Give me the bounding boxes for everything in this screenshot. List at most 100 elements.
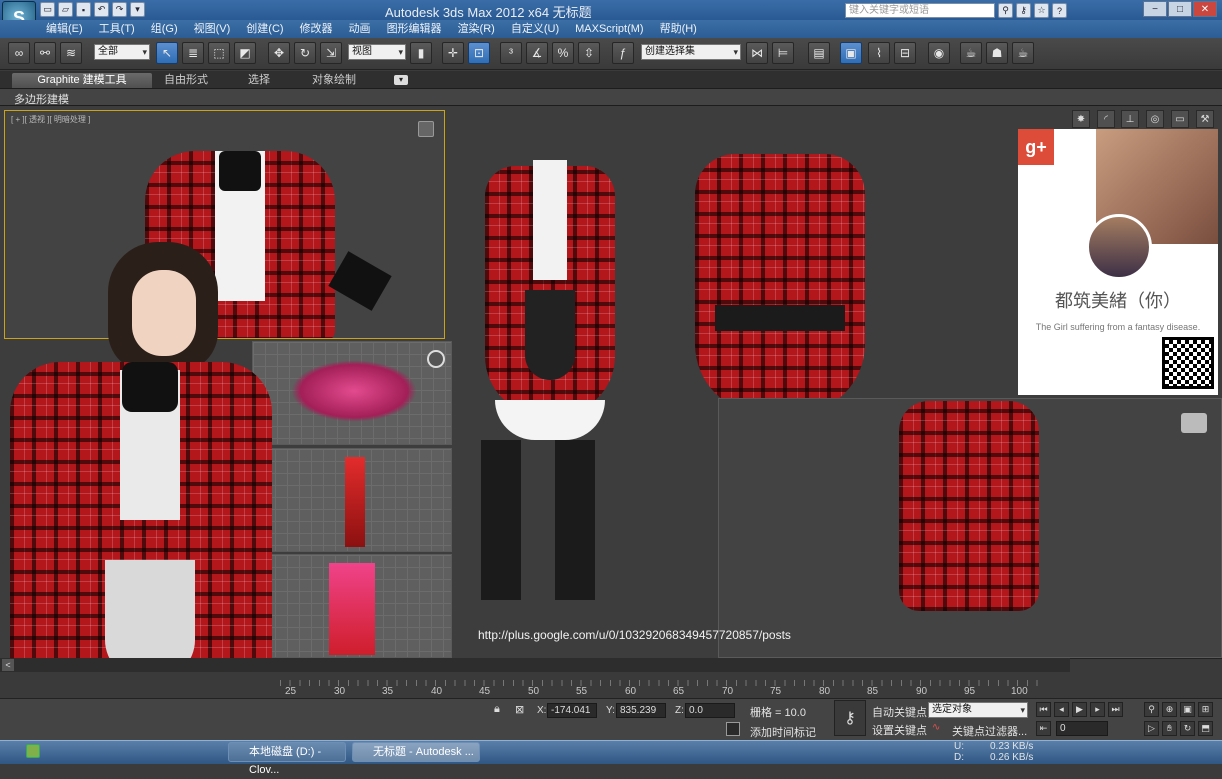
- tab-selection[interactable]: 选择: [238, 73, 280, 88]
- create-panel-icon[interactable]: ✸: [1072, 110, 1090, 128]
- mirror-icon[interactable]: ⋈: [746, 42, 768, 64]
- current-frame-field[interactable]: 0: [1056, 721, 1108, 736]
- curve-editor-icon[interactable]: ⌇: [868, 42, 890, 64]
- hierarchy-panel-icon[interactable]: ⊥: [1121, 110, 1139, 128]
- percent-snap-icon[interactable]: %: [552, 42, 574, 64]
- spinner-snap-icon[interactable]: ⇳: [578, 42, 600, 64]
- select-object-icon[interactable]: ↖: [156, 42, 178, 64]
- explorer-icon[interactable]: [26, 744, 40, 758]
- viewport-front[interactable]: [262, 448, 452, 552]
- menu-customize[interactable]: 自定义(U): [503, 22, 567, 36]
- help-icon[interactable]: ?: [1052, 3, 1067, 18]
- bind-spacewarp-icon[interactable]: ≋: [60, 42, 82, 64]
- render-setup-icon[interactable]: ☕: [960, 42, 982, 64]
- next-frame-icon[interactable]: ▸: [1090, 702, 1105, 717]
- rendered-frame-icon[interactable]: ☗: [986, 42, 1008, 64]
- pivot-icon[interactable]: ▮: [410, 42, 432, 64]
- schematic-view-icon[interactable]: ⊟: [894, 42, 916, 64]
- ribbon-options-icon[interactable]: ▾: [394, 75, 408, 85]
- menu-rendering[interactable]: 渲染(R): [450, 22, 503, 36]
- ref-coord-dropdown[interactable]: 视图: [348, 44, 406, 60]
- selection-filter-dropdown[interactable]: 全部: [94, 44, 150, 60]
- keyboard-shortcut-icon[interactable]: ⊡: [468, 42, 490, 64]
- menu-edit[interactable]: 编辑(E): [38, 22, 91, 36]
- zoom-all-icon[interactable]: ⊕: [1162, 702, 1177, 717]
- viewcube-icon[interactable]: [1181, 413, 1207, 433]
- save-icon[interactable]: ▪: [76, 2, 91, 17]
- close-button[interactable]: ✕: [1193, 1, 1217, 17]
- menu-graph-editors[interactable]: 图形编辑器: [379, 22, 450, 36]
- graphite-toggle-icon[interactable]: ▣: [840, 42, 862, 64]
- new-file-icon[interactable]: ▭: [40, 2, 55, 17]
- select-by-name-icon[interactable]: ≣: [182, 42, 204, 64]
- project-folder-icon[interactable]: ▾: [130, 2, 145, 17]
- selected-objects-dropdown[interactable]: 选定对象: [928, 702, 1028, 718]
- window-crossing-icon[interactable]: ◩: [234, 42, 256, 64]
- zoom-extents-icon[interactable]: ▣: [1180, 702, 1195, 717]
- key-mode-icon[interactable]: ⇤: [1036, 721, 1051, 736]
- tab-graphite[interactable]: Graphite 建模工具: [12, 73, 152, 88]
- unlink-icon[interactable]: ⚯: [34, 42, 56, 64]
- rect-selection-icon[interactable]: ⬚: [208, 42, 230, 64]
- maximize-viewport-icon[interactable]: ⬒: [1198, 721, 1213, 736]
- binoculars-icon[interactable]: ⚲: [998, 3, 1013, 18]
- prev-frame-icon[interactable]: ◂: [1054, 702, 1069, 717]
- align-icon[interactable]: ⊨: [772, 42, 794, 64]
- add-time-tag[interactable]: 添加时间标记: [750, 724, 816, 740]
- minimize-button[interactable]: −: [1143, 1, 1167, 17]
- pan-icon[interactable]: ✋︎: [1162, 721, 1177, 736]
- menu-modifiers[interactable]: 修改器: [292, 22, 341, 36]
- field-of-view-icon[interactable]: ▷: [1144, 721, 1159, 736]
- motion-panel-icon[interactable]: ◎: [1146, 110, 1164, 128]
- viewport-top[interactable]: [252, 341, 452, 445]
- redo-icon[interactable]: ↷: [112, 2, 127, 17]
- poly-modeling-panel[interactable]: 多边形建模: [14, 91, 69, 107]
- key-icon[interactable]: ⚷: [1016, 3, 1031, 18]
- menu-help[interactable]: 帮助(H): [652, 22, 705, 36]
- viewport-bottom-right[interactable]: [718, 398, 1222, 658]
- tab-object-paint[interactable]: 对象绘制: [302, 73, 366, 88]
- modify-panel-icon[interactable]: ◜: [1097, 110, 1115, 128]
- zoom-icon[interactable]: ⚲: [1144, 702, 1159, 717]
- search-input[interactable]: 键入关键字或短语: [845, 3, 995, 18]
- named-selection-dropdown[interactable]: 创建选择集: [641, 44, 741, 60]
- lock-icon[interactable]: 🔒︎: [494, 703, 506, 717]
- taskbar-item-3dsmax[interactable]: 无标题 - Autodesk ...: [352, 742, 480, 762]
- time-slider[interactable]: [0, 658, 1070, 672]
- menu-tools[interactable]: 工具(T): [91, 22, 143, 36]
- link-icon[interactable]: ∞: [8, 42, 30, 64]
- viewport-left[interactable]: [262, 554, 452, 658]
- edit-named-sets-icon[interactable]: ƒ: [612, 42, 634, 64]
- time-slider-prev[interactable]: <: [2, 659, 14, 671]
- absolute-mode-icon[interactable]: ⊠: [515, 703, 529, 717]
- zoom-extents-all-icon[interactable]: ⊞: [1198, 702, 1213, 717]
- angle-snap-icon[interactable]: ∡: [526, 42, 548, 64]
- menu-create[interactable]: 创建(C): [238, 22, 291, 36]
- menu-animation[interactable]: 动画: [341, 22, 379, 36]
- set-key-big-icon[interactable]: ⚷: [834, 700, 866, 736]
- render-production-icon[interactable]: ☕: [1012, 42, 1034, 64]
- move-icon[interactable]: ✥: [268, 42, 290, 64]
- display-panel-icon[interactable]: ▭: [1171, 110, 1189, 128]
- set-key-button[interactable]: 设置关键点: [872, 722, 927, 738]
- snaps-toggle-icon[interactable]: ³: [500, 42, 522, 64]
- key-filters-button[interactable]: 关键点过滤器...: [952, 723, 1027, 739]
- viewport-nav-icon[interactable]: [427, 350, 445, 368]
- menu-maxscript[interactable]: MAXScript(M): [567, 22, 651, 36]
- viewport-top-left[interactable]: [ + ][ 透视 ][ 明暗处理 ]: [4, 110, 445, 339]
- tab-freeform[interactable]: 自由形式: [154, 73, 218, 88]
- x-coord-field[interactable]: -174.041: [547, 703, 597, 718]
- orbit-icon[interactable]: ↻: [1180, 721, 1195, 736]
- y-coord-field[interactable]: 835.239: [616, 703, 666, 718]
- material-editor-icon[interactable]: ◉: [928, 42, 950, 64]
- scale-icon[interactable]: ⇲: [320, 42, 342, 64]
- taskbar-item-explorer[interactable]: 本地磁盘 (D:) - Clov...: [228, 742, 346, 776]
- maximize-button[interactable]: □: [1168, 1, 1192, 17]
- menu-views[interactable]: 视图(V): [186, 22, 239, 36]
- go-to-start-icon[interactable]: ⏮: [1036, 702, 1051, 717]
- play-icon[interactable]: ▶: [1072, 702, 1087, 717]
- open-file-icon[interactable]: ▱: [58, 2, 73, 17]
- z-coord-field[interactable]: 0.0: [685, 703, 735, 718]
- select-manipulate-icon[interactable]: ✛: [442, 42, 464, 64]
- viewcube-icon[interactable]: [418, 121, 434, 137]
